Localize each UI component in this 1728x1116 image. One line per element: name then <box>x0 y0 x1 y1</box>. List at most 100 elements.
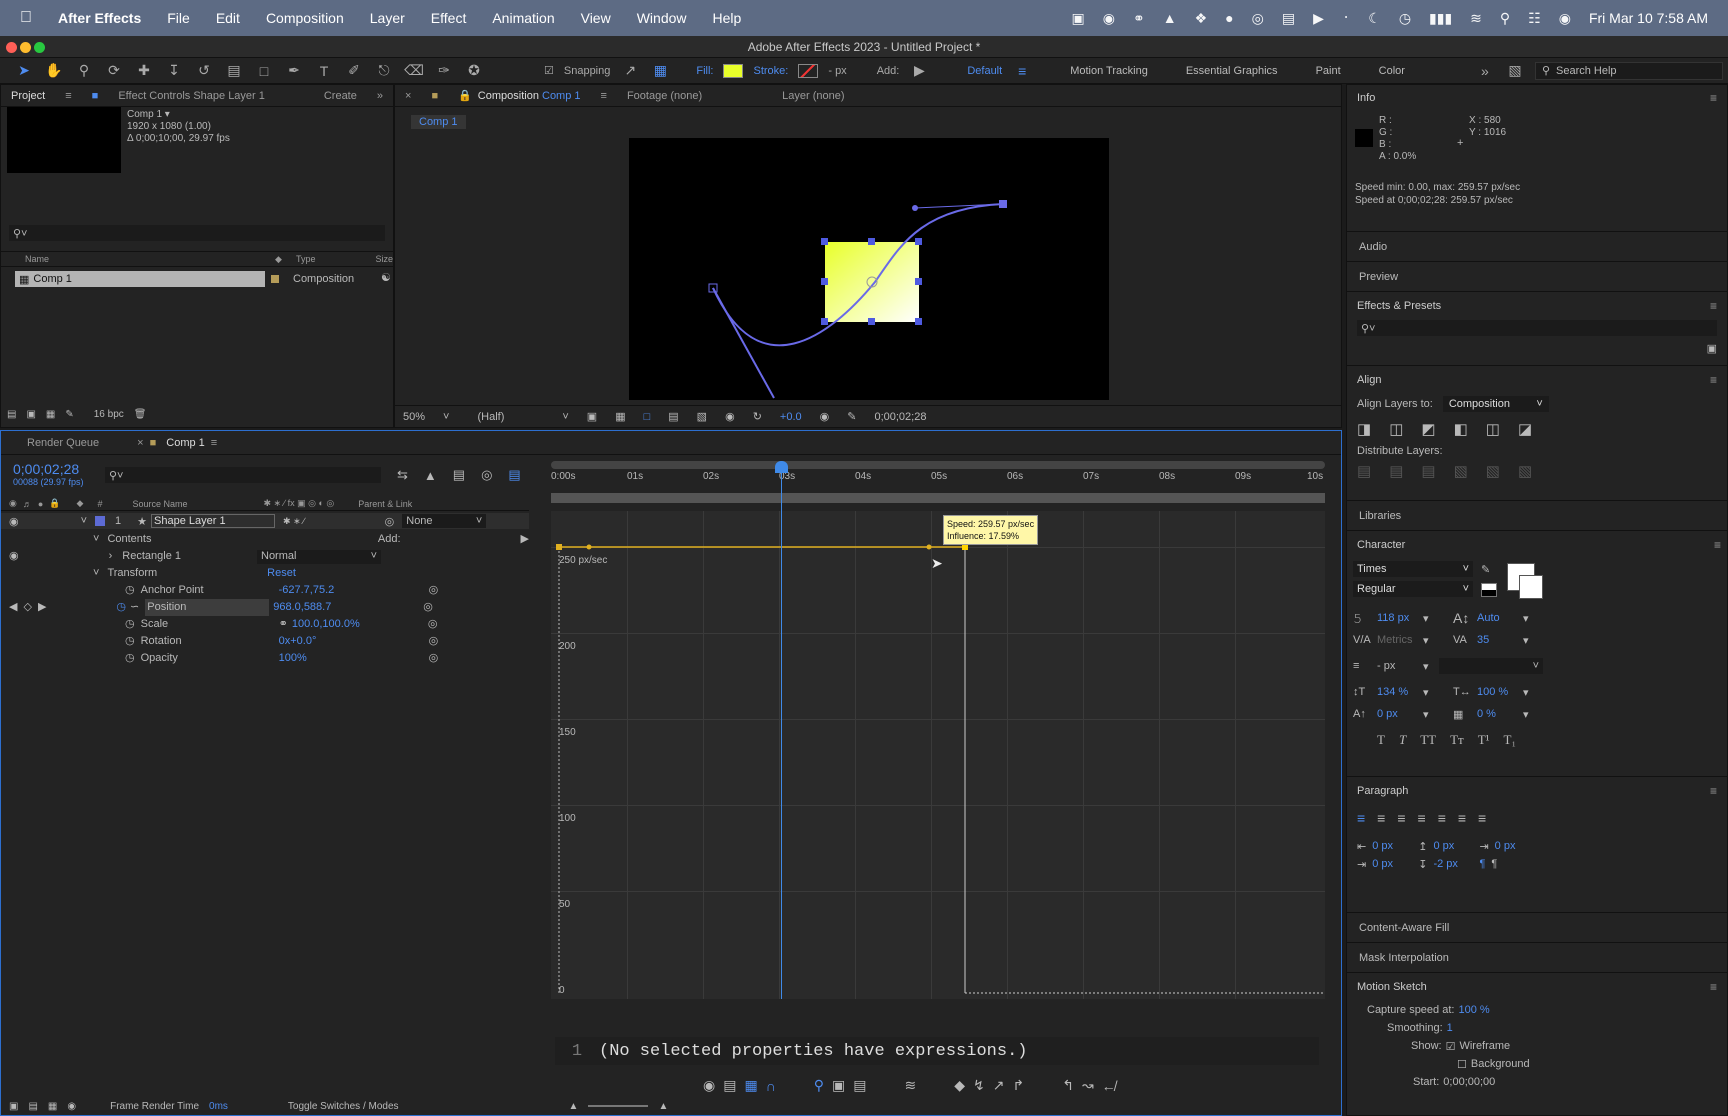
scale-value[interactable]: 100.0,100.0% <box>292 616 428 633</box>
dist-bottom-icon[interactable]: ▤ <box>1421 462 1435 480</box>
zoom-tool-icon[interactable]: ⚲ <box>74 62 94 79</box>
baseline-shift-value[interactable]: 0 px <box>1377 708 1417 720</box>
all-caps-icon[interactable]: TT <box>1420 732 1436 748</box>
workspace-default[interactable]: Default <box>967 65 1002 77</box>
show-properties-icon[interactable]: ◉ <box>703 1077 715 1094</box>
separate-dimensions-icon[interactable]: ▤ <box>853 1077 866 1094</box>
next-keyframe-icon[interactable]: ▶ <box>38 599 46 616</box>
align-bottom-icon[interactable]: ◪ <box>1518 420 1532 438</box>
zoom-out-icon[interactable]: ▲ <box>569 1101 579 1112</box>
transform-expand-icon[interactable]: ˅ <box>93 565 99 582</box>
kerning-value[interactable]: Metrics <box>1377 634 1417 646</box>
align-right-icon[interactable]: ◩ <box>1421 420 1435 438</box>
position-stopwatch-icon[interactable]: ◷ <box>116 599 126 616</box>
interpret-footage-icon[interactable]: ▤ <box>7 409 16 420</box>
viewer-menu-icon[interactable]: ≡ <box>601 90 607 102</box>
channels-icon[interactable]: ◉ <box>725 410 735 423</box>
toggle-switches-modes[interactable]: Toggle Switches / Modes <box>288 1101 399 1112</box>
playhead-line[interactable] <box>781 461 782 999</box>
stroke-width-value[interactable]: - px <box>1377 660 1417 672</box>
fit-selection-icon[interactable]: ⚲ <box>814 1077 824 1094</box>
puppet-tool-icon[interactable]: ✪ <box>464 62 484 79</box>
drive-icon[interactable]: ▲ <box>1163 10 1177 26</box>
position-value[interactable]: 968.0,588.7 <box>273 599 423 616</box>
time-ruler[interactable]: 0:00s 01s 02s 03s 04s 05s 06s 07s 08s 09… <box>551 471 1325 487</box>
more-workspaces-icon[interactable]: » <box>1475 63 1495 79</box>
col-size[interactable]: Size <box>375 254 393 264</box>
wireframe-checkbox[interactable]: ☑ <box>1446 1040 1456 1053</box>
fast-preview-icon[interactable]: ▣ <box>587 410 597 423</box>
layer-duration-bar[interactable] <box>551 493 1325 503</box>
stroke-width-chevron-icon[interactable]: ▾ <box>1423 660 1433 673</box>
keyframe-start[interactable] <box>556 544 562 550</box>
apple-icon[interactable]:  <box>20 9 32 27</box>
menu-app[interactable]: After Effects <box>58 10 141 26</box>
transparency-grid-icon[interactable]: ▦ <box>615 410 625 423</box>
prop-row-scale[interactable]: ◷ Scale ⚭ 100.0,100.0% ◎ <box>1 616 529 633</box>
background-checkbox[interactable]: ☐ <box>1457 1058 1467 1071</box>
vertical-scale-value[interactable]: 134 % <box>1377 686 1417 698</box>
capture-speed-value[interactable]: 100 % <box>1458 1004 1489 1016</box>
expand-tabs-icon[interactable]: » <box>377 90 383 102</box>
exposure-value[interactable]: +0.0 <box>780 411 802 423</box>
tab-composition-prefix[interactable]: Composition <box>478 90 539 102</box>
layer-name[interactable]: Shape Layer 1 <box>151 514 276 528</box>
easy-ease-icon[interactable]: ↗ <box>993 1077 1005 1094</box>
blend-mode-dropdown[interactable]: Normal ˅ <box>257 549 381 564</box>
display-icon[interactable]: ▤ <box>1282 10 1295 27</box>
col-audio-icon[interactable]: ♬ <box>23 499 32 509</box>
grid-guide-icon[interactable]: ▧ <box>697 410 707 423</box>
shy-layers-icon[interactable]: ▤ <box>453 467 465 483</box>
libraries-panel[interactable]: Libraries <box>1347 501 1727 531</box>
anchor-point-value[interactable]: -627.7,75.2 <box>279 582 429 599</box>
align-text-left-icon[interactable]: ≡ <box>1357 810 1365 826</box>
search-help-field[interactable]: ⚲ Search Help <box>1534 61 1723 80</box>
comp-canvas[interactable] <box>629 138 1109 400</box>
region-of-interest-icon[interactable]: ▤ <box>668 410 678 423</box>
align-top-icon[interactable]: ◧ <box>1454 420 1468 438</box>
info-menu-icon[interactable]: ≡ <box>1710 91 1717 105</box>
type-tool-icon[interactable]: T <box>314 63 334 79</box>
contents-add-label[interactable]: Add: <box>378 531 401 548</box>
align-target-dropdown[interactable]: Composition ˅ <box>1442 396 1549 412</box>
graph-options-icon[interactable]: ▤ <box>723 1077 736 1094</box>
brush-tool-icon[interactable]: ✐ <box>344 62 364 79</box>
transform-reset[interactable]: Reset <box>267 565 296 582</box>
viewer-comp-subtab[interactable]: Comp 1 <box>419 116 458 128</box>
playhead-handle[interactable] <box>775 461 788 473</box>
roto-brush-tool-icon[interactable]: ✑ <box>434 62 454 79</box>
tsume-value[interactable]: 0 % <box>1477 708 1517 720</box>
adjust-project-icon[interactable]: ✎ <box>65 409 73 420</box>
panel-toggle-icon[interactable]: ▧ <box>1505 62 1525 79</box>
menu-layer[interactable]: Layer <box>370 10 405 26</box>
stroke-swatch[interactable] <box>798 63 819 78</box>
paragraph-menu-icon[interactable]: ≡ <box>1710 784 1717 798</box>
space-after-value[interactable]: -2 px <box>1433 858 1473 870</box>
pen-tool-icon[interactable]: ✒ <box>284 62 304 79</box>
prop-row-anchor[interactable]: ◷ Anchor Point -627.7,75.2 ◎ <box>1 582 529 599</box>
layer-visibility-icon[interactable]: ◉ <box>9 515 19 528</box>
menu-view[interactable]: View <box>581 10 611 26</box>
dollar-icon[interactable]: ● <box>1225 10 1233 26</box>
close-window-button[interactable] <box>6 42 17 53</box>
workspace-motion-tracking[interactable]: Motion Tracking <box>1070 65 1148 77</box>
font-size-value[interactable]: 118 px <box>1377 612 1417 624</box>
leading-value[interactable]: Auto <box>1477 612 1517 624</box>
position-expr-icon[interactable]: ◎ <box>423 599 433 616</box>
stroke-color-swatch[interactable] <box>1519 575 1543 599</box>
rotation-expr-icon[interactable]: ◎ <box>429 633 439 650</box>
pickwhip-icon[interactable]: ◎ <box>385 515 395 528</box>
constrain-link-icon[interactable]: ⚭ <box>279 616 288 633</box>
zoom-dropdown[interactable]: 50% <box>403 411 425 423</box>
rtl-direction-icon[interactable]: ¶ <box>1491 858 1497 870</box>
col-source-name[interactable]: Source Name <box>132 499 187 509</box>
align-hcenter-icon[interactable]: ◫ <box>1389 420 1403 438</box>
motion-sketch-menu-icon[interactable]: ≡ <box>1710 980 1717 994</box>
lock-icon[interactable]: 🔒 <box>458 89 472 102</box>
dist-right-icon[interactable]: ▧ <box>1518 462 1532 480</box>
col-eye-icon[interactable]: ◉ <box>9 498 17 509</box>
stroke-order-dropdown[interactable]: ˅ <box>1439 658 1543 674</box>
reset-exposure-icon[interactable]: ↻ <box>753 410 762 423</box>
minimize-window-button[interactable] <box>20 42 31 53</box>
snapshot-icon[interactable]: ◉ <box>820 410 830 423</box>
